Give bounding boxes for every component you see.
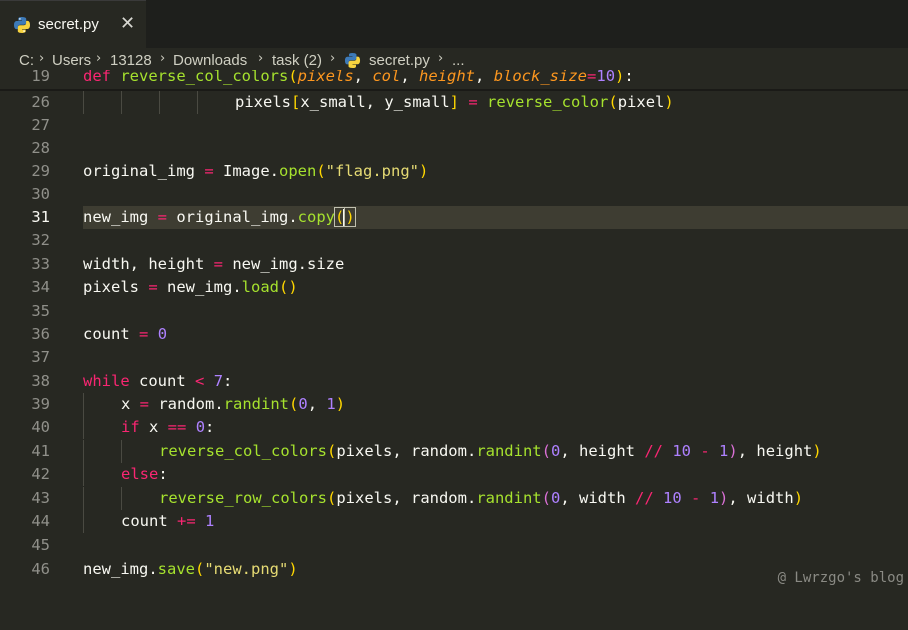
code-line[interactable]: 35 — [0, 300, 908, 323]
code-text: original_img = Image.open("flag.png") — [83, 162, 429, 180]
code-text: width, height = new_img.size — [83, 255, 345, 273]
line-number: 38 — [31, 372, 50, 390]
chevron-right-icon: › — [330, 51, 336, 66]
code-text: else: — [121, 465, 168, 483]
indent-guide — [83, 510, 84, 533]
chevron-right-icon: › — [39, 51, 45, 66]
indent-guide — [83, 440, 84, 463]
line-number: 37 — [31, 348, 50, 366]
code-line[interactable]: 37 — [0, 346, 908, 369]
close-icon[interactable]: ✕ — [120, 13, 135, 34]
code-text: count += 1 — [121, 512, 215, 530]
code-line[interactable]: 32 — [0, 229, 908, 252]
code-line[interactable]: 19 def reverse_col_colors(pixels, col, h… — [0, 70, 908, 88]
line-number: 31 — [31, 208, 50, 226]
line-number: 27 — [31, 116, 50, 134]
code-line[interactable]: 44 count += 1 — [0, 510, 908, 533]
line-number: 39 — [31, 395, 50, 413]
code-text: new_img = original_img.copy() — [83, 207, 356, 227]
code-line[interactable]: 46 new_img.save("new.png") — [0, 558, 908, 581]
line-number: 28 — [31, 139, 50, 157]
breadcrumb-item-13128[interactable]: 13128 — [110, 52, 152, 69]
code-line[interactable]: 33 width, height = new_img.size — [0, 253, 908, 276]
tab-bar: secret.py ✕ — [0, 0, 908, 48]
indent-guide — [83, 91, 84, 114]
code-text: reverse_col_colors(pixels, random.randin… — [159, 442, 822, 460]
chevron-right-icon: › — [438, 51, 444, 66]
watermark: @ Lwrzgo's blog — [777, 570, 904, 586]
line-number: 29 — [31, 162, 50, 180]
code-text: x = random.randint(0, 1) — [121, 395, 346, 413]
line-number: 45 — [31, 536, 50, 554]
code-text: count = 0 — [83, 325, 168, 343]
code-text: if x == 0: — [121, 418, 215, 436]
indent-guide — [197, 91, 198, 114]
line-number: 30 — [31, 185, 50, 203]
code-text: def reverse_col_colors(pixels, col, heig… — [83, 70, 634, 85]
code-line[interactable]: 26 pixels[x_small, y_small] = reverse_co… — [0, 91, 908, 114]
indent-guide — [83, 416, 84, 439]
code-text: pixels = new_img.load() — [83, 278, 298, 296]
code-line[interactable]: 43 reverse_row_colors(pixels, random.ran… — [0, 487, 908, 510]
code-line[interactable]: 41 reverse_col_colors(pixels, random.ran… — [0, 440, 908, 463]
code-line[interactable]: 38 while count < 7: — [0, 370, 908, 393]
line-number: 19 — [31, 70, 50, 85]
chevron-right-icon: › — [160, 51, 166, 66]
code-line[interactable]: 28 — [0, 137, 908, 160]
line-number: 34 — [31, 278, 50, 296]
code-line[interactable]: 40 if x == 0: — [0, 416, 908, 439]
code-line[interactable]: 34 pixels = new_img.load() — [0, 276, 908, 299]
code-editor[interactable]: 19 def reverse_col_colors(pixels, col, h… — [0, 70, 908, 588]
indent-guide — [83, 463, 84, 486]
breadcrumb-item-drive[interactable]: C: — [19, 52, 34, 69]
code-text: new_img.save("new.png") — [83, 560, 298, 578]
tab-label: secret.py — [38, 16, 99, 33]
code-line[interactable]: 27 — [0, 114, 908, 137]
chevron-right-icon: › — [258, 51, 264, 66]
line-number: 40 — [31, 418, 50, 436]
code-text: reverse_row_colors(pixels, random.randin… — [159, 489, 804, 507]
indent-guide — [121, 91, 122, 114]
line-number: 36 — [31, 325, 50, 343]
line-number: 32 — [31, 231, 50, 249]
code-line-active[interactable]: 31 new_img = original_img.copy() — [0, 206, 908, 229]
indent-guide — [83, 393, 84, 416]
indent-guide — [121, 440, 122, 463]
chevron-right-icon: › — [96, 51, 102, 66]
breadcrumb-item-task[interactable]: task (2) — [272, 52, 322, 69]
code-text: while count < 7: — [83, 372, 233, 390]
line-number: 42 — [31, 465, 50, 483]
line-number: 43 — [31, 489, 50, 507]
line-number: 33 — [31, 255, 50, 273]
code-line[interactable]: 39 x = random.randint(0, 1) — [0, 393, 908, 416]
line-number: 44 — [31, 512, 50, 530]
code-line[interactable]: 45 — [0, 534, 908, 557]
indent-guide — [83, 487, 84, 510]
indent-guide — [121, 487, 122, 510]
breadcrumb-item-users[interactable]: Users — [52, 52, 91, 69]
breadcrumb-item-symbol[interactable]: ... — [452, 52, 465, 69]
code-text: pixels[x_small, y_small] = reverse_color… — [235, 93, 674, 111]
tab-secret-py[interactable]: secret.py ✕ — [0, 0, 146, 48]
breadcrumb-item-file[interactable]: secret.py — [369, 52, 430, 69]
code-line[interactable]: 36 count = 0 — [0, 323, 908, 346]
python-icon — [13, 16, 31, 38]
line-number: 26 — [31, 93, 50, 111]
breadcrumb-item-downloads[interactable]: Downloads — [173, 52, 247, 69]
line-number: 46 — [31, 560, 50, 578]
code-line[interactable]: 29 original_img = Image.open("flag.png") — [0, 160, 908, 183]
code-line[interactable]: 42 else: — [0, 463, 908, 486]
code-line[interactable]: 30 — [0, 183, 908, 206]
indent-guide — [159, 91, 160, 114]
line-number: 35 — [31, 302, 50, 320]
line-number: 41 — [31, 442, 50, 460]
